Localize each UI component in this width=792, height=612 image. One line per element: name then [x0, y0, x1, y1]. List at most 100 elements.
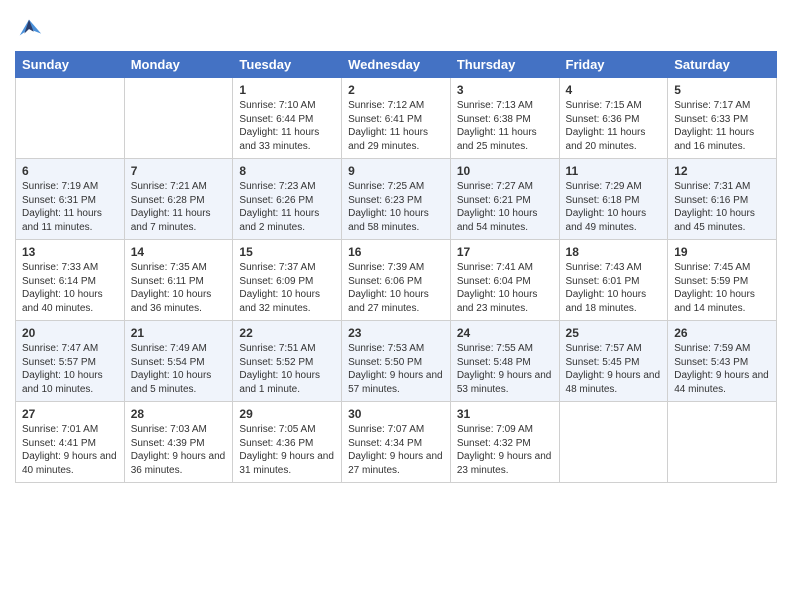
cell-content: Sunrise: 7:10 AMSunset: 6:44 PMDaylight:…: [239, 99, 335, 153]
day-number: 11: [566, 164, 662, 178]
day-number: 1: [239, 83, 335, 97]
cell-content: Sunrise: 7:05 AMSunset: 4:36 PMDaylight:…: [239, 423, 335, 477]
cell-content: Sunrise: 7:55 AMSunset: 5:48 PMDaylight:…: [457, 342, 553, 396]
col-header-sunday: Sunday: [16, 52, 125, 78]
day-number: 31: [457, 407, 553, 421]
week-row-1: 1 Sunrise: 7:10 AMSunset: 6:44 PMDaylight…: [16, 78, 777, 159]
cell-content: Sunrise: 7:21 AMSunset: 6:28 PMDaylight:…: [131, 180, 227, 234]
day-number: 2: [348, 83, 444, 97]
calendar-cell: 9 Sunrise: 7:25 AMSunset: 6:23 PMDaylight…: [342, 159, 451, 240]
day-number: 9: [348, 164, 444, 178]
cell-content: Sunrise: 7:25 AMSunset: 6:23 PMDaylight:…: [348, 180, 444, 234]
day-number: 6: [22, 164, 118, 178]
calendar-cell: [16, 78, 125, 159]
day-number: 23: [348, 326, 444, 340]
day-number: 17: [457, 245, 553, 259]
calendar-cell: 23 Sunrise: 7:53 AMSunset: 5:50 PMDayligh…: [342, 321, 451, 402]
cell-content: Sunrise: 7:49 AMSunset: 5:54 PMDaylight:…: [131, 342, 227, 396]
day-number: 24: [457, 326, 553, 340]
day-number: 25: [566, 326, 662, 340]
header: [15, 10, 777, 43]
week-row-3: 13Sunrise: 7:33 AMSunset: 6:14 PMDayligh…: [16, 240, 777, 321]
calendar-cell: 24 Sunrise: 7:55 AMSunset: 5:48 PMDayligh…: [450, 321, 559, 402]
calendar-cell: 30 Sunrise: 7:07 AMSunset: 4:34 PMDayligh…: [342, 402, 451, 483]
day-number: 18: [566, 245, 662, 259]
day-number: 22: [239, 326, 335, 340]
cell-content: Sunrise: 7:07 AMSunset: 4:34 PMDaylight:…: [348, 423, 444, 477]
day-number: 26: [674, 326, 770, 340]
cell-content: Sunrise: 7:15 AMSunset: 6:36 PMDaylight:…: [566, 99, 662, 153]
cell-content: Sunrise: 7:45 AMSunset: 5:59 PMDaylight:…: [674, 261, 770, 315]
calendar-cell: 29 Sunrise: 7:05 AMSunset: 4:36 PMDayligh…: [233, 402, 342, 483]
day-number: 30: [348, 407, 444, 421]
calendar-cell: 6Sunrise: 7:19 AMSunset: 6:31 PMDaylight…: [16, 159, 125, 240]
calendar-cell: 16 Sunrise: 7:39 AMSunset: 6:06 PMDayligh…: [342, 240, 451, 321]
day-number: 15: [239, 245, 335, 259]
calendar-cell: [668, 402, 777, 483]
logo: [15, 15, 47, 43]
calendar-cell: 1 Sunrise: 7:10 AMSunset: 6:44 PMDaylight…: [233, 78, 342, 159]
week-row-2: 6Sunrise: 7:19 AMSunset: 6:31 PMDaylight…: [16, 159, 777, 240]
cell-content: Sunrise: 7:27 AMSunset: 6:21 PMDaylight:…: [457, 180, 553, 234]
calendar-cell: 27 Sunrise: 7:01 AMSunset: 4:41 PMDayligh…: [16, 402, 125, 483]
calendar-cell: 22Sunrise: 7:51 AMSunset: 5:52 PMDayligh…: [233, 321, 342, 402]
week-row-4: 20Sunrise: 7:47 AMSunset: 5:57 PMDayligh…: [16, 321, 777, 402]
col-header-monday: Monday: [124, 52, 233, 78]
day-number: 13: [22, 245, 118, 259]
calendar-cell: 10 Sunrise: 7:27 AMSunset: 6:21 PMDayligh…: [450, 159, 559, 240]
cell-content: Sunrise: 7:03 AMSunset: 4:39 PMDaylight:…: [131, 423, 227, 477]
day-number: 20: [22, 326, 118, 340]
cell-content: Sunrise: 7:13 AMSunset: 6:38 PMDaylight:…: [457, 99, 553, 153]
day-number: 27: [22, 407, 118, 421]
calendar-cell: 8Sunrise: 7:23 AMSunset: 6:26 PMDaylight…: [233, 159, 342, 240]
calendar-cell: 19 Sunrise: 7:45 AMSunset: 5:59 PMDayligh…: [668, 240, 777, 321]
day-number: 29: [239, 407, 335, 421]
calendar-cell: 28 Sunrise: 7:03 AMSunset: 4:39 PMDayligh…: [124, 402, 233, 483]
day-number: 7: [131, 164, 227, 178]
calendar-cell: [124, 78, 233, 159]
calendar-cell: 7 Sunrise: 7:21 AMSunset: 6:28 PMDaylight…: [124, 159, 233, 240]
cell-content: Sunrise: 7:59 AMSunset: 5:43 PMDaylight:…: [674, 342, 770, 396]
cell-content: Sunrise: 7:09 AMSunset: 4:32 PMDaylight:…: [457, 423, 553, 477]
cell-content: Sunrise: 7:37 AMSunset: 6:09 PMDaylight:…: [239, 261, 335, 315]
cell-content: Sunrise: 7:17 AMSunset: 6:33 PMDaylight:…: [674, 99, 770, 153]
calendar-cell: 26 Sunrise: 7:59 AMSunset: 5:43 PMDayligh…: [668, 321, 777, 402]
cell-content: Sunrise: 7:31 AMSunset: 6:16 PMDaylight:…: [674, 180, 770, 234]
calendar-cell: 14Sunrise: 7:35 AMSunset: 6:11 PMDayligh…: [124, 240, 233, 321]
col-header-wednesday: Wednesday: [342, 52, 451, 78]
calendar-cell: 12Sunrise: 7:31 AMSunset: 6:16 PMDayligh…: [668, 159, 777, 240]
calendar-cell: 17 Sunrise: 7:41 AMSunset: 6:04 PMDayligh…: [450, 240, 559, 321]
day-number: 19: [674, 245, 770, 259]
day-number: 5: [674, 83, 770, 97]
cell-content: Sunrise: 7:53 AMSunset: 5:50 PMDaylight:…: [348, 342, 444, 396]
calendar-cell: 31 Sunrise: 7:09 AMSunset: 4:32 PMDayligh…: [450, 402, 559, 483]
cell-content: Sunrise: 7:29 AMSunset: 6:18 PMDaylight:…: [566, 180, 662, 234]
cell-content: Sunrise: 7:01 AMSunset: 4:41 PMDaylight:…: [22, 423, 118, 477]
calendar-cell: 25Sunrise: 7:57 AMSunset: 5:45 PMDayligh…: [559, 321, 668, 402]
logo-bird-icon: [15, 15, 43, 43]
calendar-cell: 15 Sunrise: 7:37 AMSunset: 6:09 PMDayligh…: [233, 240, 342, 321]
week-row-5: 27 Sunrise: 7:01 AMSunset: 4:41 PMDayligh…: [16, 402, 777, 483]
cell-content: Sunrise: 7:43 AMSunset: 6:01 PMDaylight:…: [566, 261, 662, 315]
day-number: 3: [457, 83, 553, 97]
day-number: 10: [457, 164, 553, 178]
cell-content: Sunrise: 7:41 AMSunset: 6:04 PMDaylight:…: [457, 261, 553, 315]
calendar-cell: [559, 402, 668, 483]
calendar-cell: 21 Sunrise: 7:49 AMSunset: 5:54 PMDayligh…: [124, 321, 233, 402]
day-number: 21: [131, 326, 227, 340]
header-row: SundayMondayTuesdayWednesdayThursdayFrid…: [16, 52, 777, 78]
day-number: 16: [348, 245, 444, 259]
col-header-friday: Friday: [559, 52, 668, 78]
calendar-cell: 3 Sunrise: 7:13 AMSunset: 6:38 PMDaylight…: [450, 78, 559, 159]
calendar-cell: 11 Sunrise: 7:29 AMSunset: 6:18 PMDayligh…: [559, 159, 668, 240]
calendar-cell: 18 Sunrise: 7:43 AMSunset: 6:01 PMDayligh…: [559, 240, 668, 321]
calendar-cell: 20Sunrise: 7:47 AMSunset: 5:57 PMDayligh…: [16, 321, 125, 402]
cell-content: Sunrise: 7:12 AMSunset: 6:41 PMDaylight:…: [348, 99, 444, 153]
calendar-cell: 13Sunrise: 7:33 AMSunset: 6:14 PMDayligh…: [16, 240, 125, 321]
cell-content: Sunrise: 7:39 AMSunset: 6:06 PMDaylight:…: [348, 261, 444, 315]
day-number: 28: [131, 407, 227, 421]
col-header-saturday: Saturday: [668, 52, 777, 78]
cell-content: Sunrise: 7:23 AMSunset: 6:26 PMDaylight:…: [239, 180, 335, 234]
calendar-cell: 5 Sunrise: 7:17 AMSunset: 6:33 PMDaylight…: [668, 78, 777, 159]
cell-content: Sunrise: 7:35 AMSunset: 6:11 PMDaylight:…: [131, 261, 227, 315]
